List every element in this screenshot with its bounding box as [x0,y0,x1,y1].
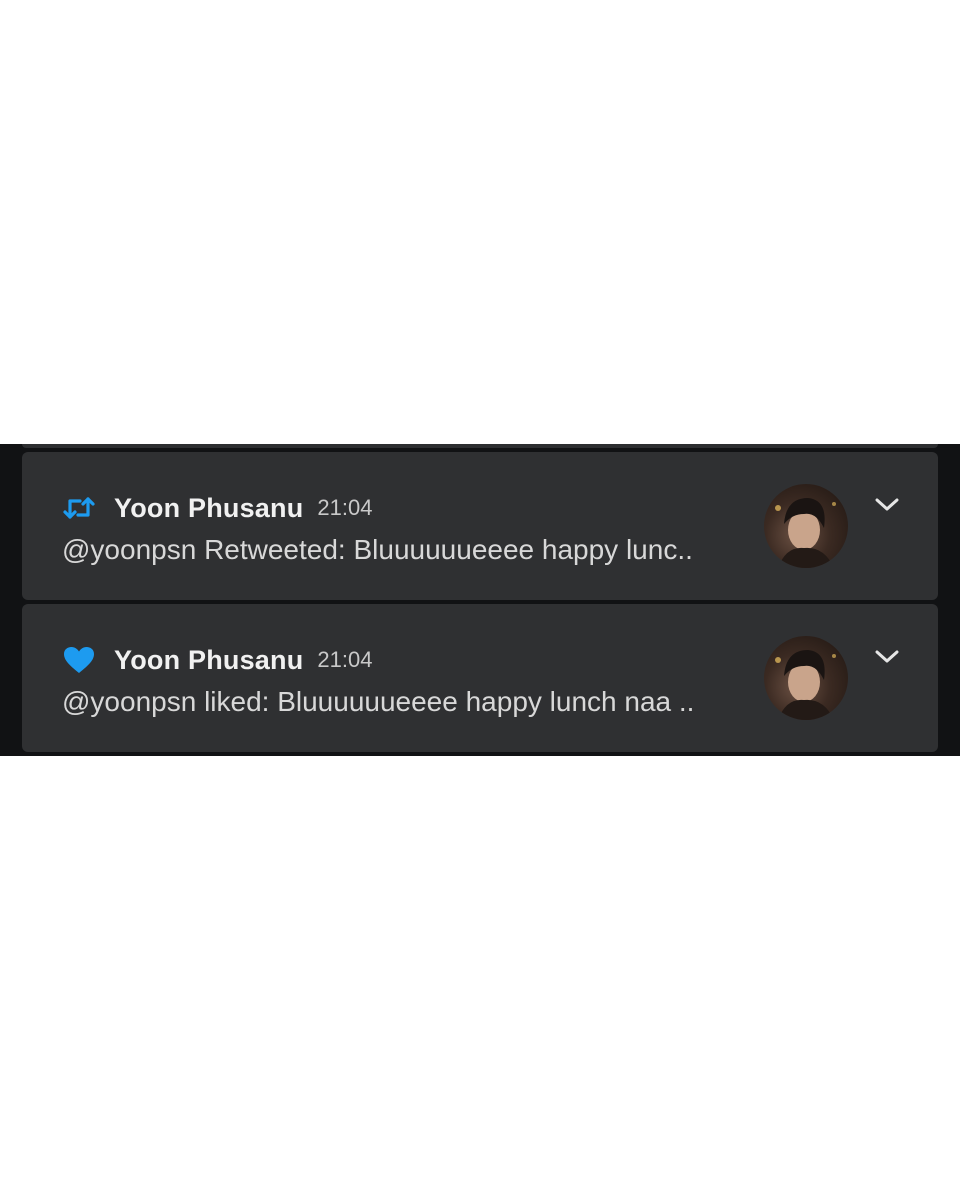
previous-card-edge [22,444,938,448]
notification-card-retweet[interactable]: Yoon Phusanu 21:04 @yoonpsn Retweeted: B… [22,452,938,600]
sender-name: Yoon Phusanu [114,644,304,675]
expand-chevron-icon[interactable] [872,642,902,672]
notification-header: Yoon Phusanu 21:04 [62,488,372,528]
notification-message: @yoonpsn Retweeted: Bluuuuuueeee happy l… [62,534,693,565]
avatar [764,636,848,720]
notification-time: 21:04 [317,647,373,672]
heart-icon [62,643,96,677]
avatar [764,484,848,568]
retweet-icon [62,491,96,525]
sender-name: Yoon Phusanu [114,492,304,523]
notification-message: @yoonpsn liked: Bluuuuuueeee happy lunch… [62,686,695,717]
expand-chevron-icon[interactable] [872,490,902,520]
notification-card-like[interactable]: Yoon Phusanu 21:04 @yoonpsn liked: Bluuu… [22,604,938,752]
notification-time: 21:04 [317,495,373,520]
notification-shade: Yoon Phusanu 21:04 @yoonpsn Retweeted: B… [0,444,960,756]
notification-header: Yoon Phusanu 21:04 [62,640,372,680]
